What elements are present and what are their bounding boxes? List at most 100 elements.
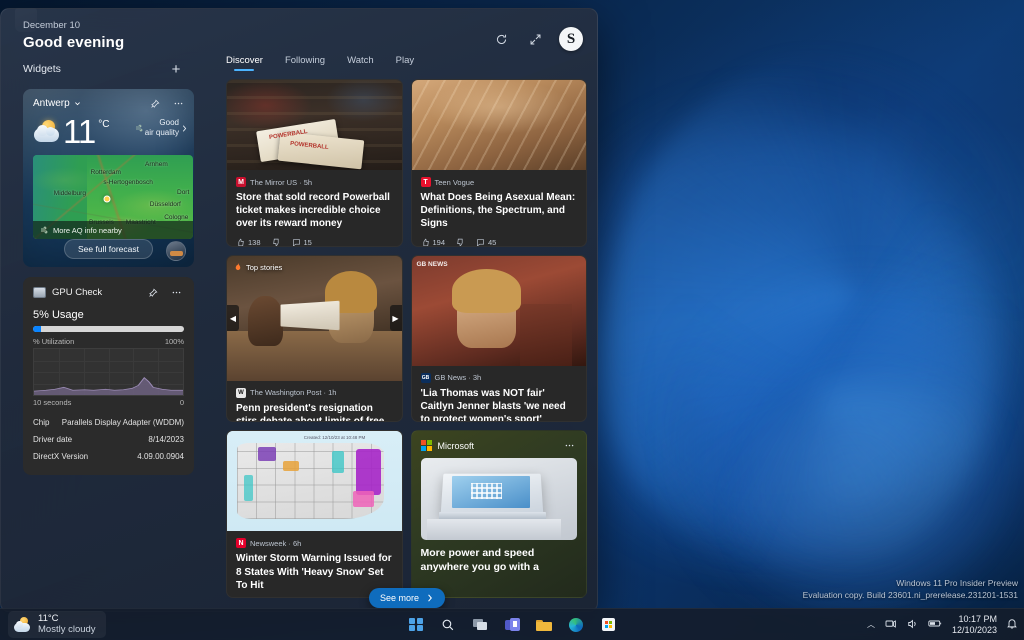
news-card[interactable]: Created: 12/10/23 at 10:48 PM N Newsweek… — [226, 430, 403, 598]
teams-button[interactable] — [501, 614, 523, 636]
microsoft-logo-icon — [421, 440, 432, 451]
dislike-button[interactable] — [456, 238, 465, 247]
pin-icon[interactable] — [145, 285, 160, 300]
like-button[interactable]: 194 — [421, 238, 446, 247]
source-favicon: GB — [421, 373, 431, 383]
more-icon[interactable] — [171, 96, 186, 111]
photo-person — [248, 296, 283, 346]
comment-button[interactable]: 45 — [476, 238, 496, 247]
volume-icon[interactable] — [906, 618, 919, 632]
bell-icon[interactable] — [1006, 617, 1018, 632]
air-quality-line-2: air quality — [145, 128, 179, 138]
folder-icon — [536, 619, 552, 631]
gpu-detail-key: Driver date — [33, 435, 72, 444]
search-button[interactable] — [437, 614, 459, 636]
tab-watch[interactable]: Watch — [347, 55, 374, 71]
temperature-unit: °C — [98, 119, 109, 130]
comment-button[interactable]: 15 — [292, 238, 312, 247]
news-card[interactable]: T Teen Vogue What Does Being Asexual Mea… — [411, 79, 588, 247]
gpu-chart-axis-bottom: 10 seconds 0 — [33, 398, 184, 407]
see-full-forecast-button[interactable]: See full forecast — [64, 239, 153, 259]
thumbs-down-icon — [456, 238, 465, 247]
air-quality-badge[interactable]: Good air quality — [135, 118, 188, 138]
map-label: Arnhem — [145, 161, 168, 168]
taskbar-weather-widget[interactable]: 11°C Mostly cloudy — [8, 611, 106, 638]
add-widget-button[interactable]: + — [166, 59, 186, 79]
source-favicon: N — [236, 538, 246, 548]
see-more-button[interactable]: See more — [369, 588, 445, 608]
dislike-button[interactable] — [272, 238, 281, 247]
source-favicon: M — [236, 177, 246, 187]
gpu-detail-key: Chip — [33, 418, 49, 427]
pin-icon[interactable] — [147, 96, 162, 111]
news-card-body: W The Washington Post · 1h Penn presiden… — [227, 381, 402, 423]
store-icon — [602, 618, 615, 631]
top-stories-label: Top stories — [246, 263, 282, 272]
tab-play[interactable]: Play — [396, 55, 414, 71]
like-button[interactable]: 138 — [236, 238, 261, 247]
news-card-body: GB GB News · 3h 'Lia Thomas was NOT fair… — [412, 366, 587, 423]
thumbs-up-icon — [236, 238, 245, 247]
avatar[interactable]: S — [559, 27, 583, 51]
taskbar-system-tray: ︿ 10:17 PM 12/10/2023 — [867, 614, 1018, 636]
network-icon[interactable] — [884, 618, 897, 632]
advertisement-card[interactable]: Microsoft More power and speed anywher — [411, 430, 588, 598]
source-name: The Washington Post · 1h — [250, 388, 336, 397]
tab-following[interactable]: Following — [285, 55, 325, 71]
news-card-source: W The Washington Post · 1h — [236, 388, 393, 398]
source-name: The Mirror US · 5h — [250, 178, 312, 187]
news-card-source: N Newsweek · 6h — [236, 538, 393, 548]
gpu-detail-value: 8/14/2023 — [148, 435, 184, 444]
battery-icon[interactable] — [928, 618, 943, 631]
gpu-utilization-sparkline — [34, 349, 183, 395]
news-card[interactable]: POWERBALL POWERBALL M The Mirror US · 5h… — [226, 79, 403, 247]
refresh-icon[interactable] — [491, 29, 511, 49]
news-card-title: Penn president's resignation stirs debat… — [236, 402, 393, 423]
source-favicon: T — [421, 177, 431, 187]
air-quality-map[interactable]: Rotterdam Arnhem s-Hertogenbosch Middelb… — [33, 155, 193, 239]
map-label: Rotterdam — [91, 169, 121, 176]
gpu-usage-bar-fill — [33, 326, 41, 332]
news-card-stats: 138 15 — [236, 238, 393, 247]
edge-button[interactable] — [565, 614, 587, 636]
gpu-check-widget[interactable]: GPU Check 5% Usage — [23, 277, 194, 475]
chevron-up-icon[interactable]: ︿ — [867, 619, 875, 630]
map-alert-orange — [283, 461, 299, 471]
more-icon[interactable] — [562, 438, 577, 453]
store-button[interactable] — [597, 614, 619, 636]
weather-card-actions — [147, 96, 186, 111]
widgets-section-header: Widgets + — [1, 55, 206, 89]
tab-discover[interactable]: Discover — [226, 55, 263, 71]
task-view-button[interactable] — [469, 614, 491, 636]
ad-card-image — [421, 458, 578, 540]
task-view-icon — [473, 619, 488, 631]
wallpaper-swirl — [660, 180, 1000, 560]
start-button[interactable] — [405, 614, 427, 636]
more-aq-info-link[interactable]: More AQ info nearby — [33, 221, 193, 239]
like-count: 194 — [433, 238, 446, 247]
news-card-stats: 194 45 — [421, 238, 578, 247]
taskbar-clock[interactable]: 10:17 PM 12/10/2023 — [952, 614, 997, 636]
weather-location-selector[interactable]: Antwerp — [33, 98, 81, 109]
news-card[interactable]: GB NEWS GB GB News · 3h 'Lia Thomas was … — [411, 255, 588, 423]
news-card-carousel[interactable]: Top stories ◀ ▶ W The Washington Post · … — [226, 255, 403, 423]
weather-thumbnail[interactable] — [166, 241, 186, 261]
partly-cloudy-night-icon — [33, 119, 63, 149]
comment-count: 45 — [488, 238, 496, 247]
more-icon[interactable] — [169, 285, 184, 300]
watermark-line-2: Evaluation copy. Build 23601.ni_prerelea… — [803, 590, 1018, 602]
weather-widget[interactable]: Antwerp — [23, 89, 194, 267]
expand-icon[interactable] — [525, 29, 545, 49]
source-favicon: W — [236, 388, 246, 398]
gpu-chart-axis-top: % Utilization 100% — [33, 337, 184, 346]
file-explorer-button[interactable] — [533, 614, 555, 636]
gpu-chart-y-max: 100% — [165, 337, 184, 346]
air-quality-text: Good air quality — [145, 118, 179, 138]
gpu-detail-key: DirectX Version — [33, 452, 88, 461]
carousel-next-button[interactable]: ▶ — [390, 305, 402, 331]
widgets-section-label: Widgets — [23, 63, 61, 75]
source-watermark: GB NEWS — [417, 261, 448, 268]
carousel-prev-button[interactable]: ◀ — [227, 305, 239, 331]
like-count: 138 — [248, 238, 261, 247]
gpu-widget-title: GPU Check — [33, 287, 102, 298]
